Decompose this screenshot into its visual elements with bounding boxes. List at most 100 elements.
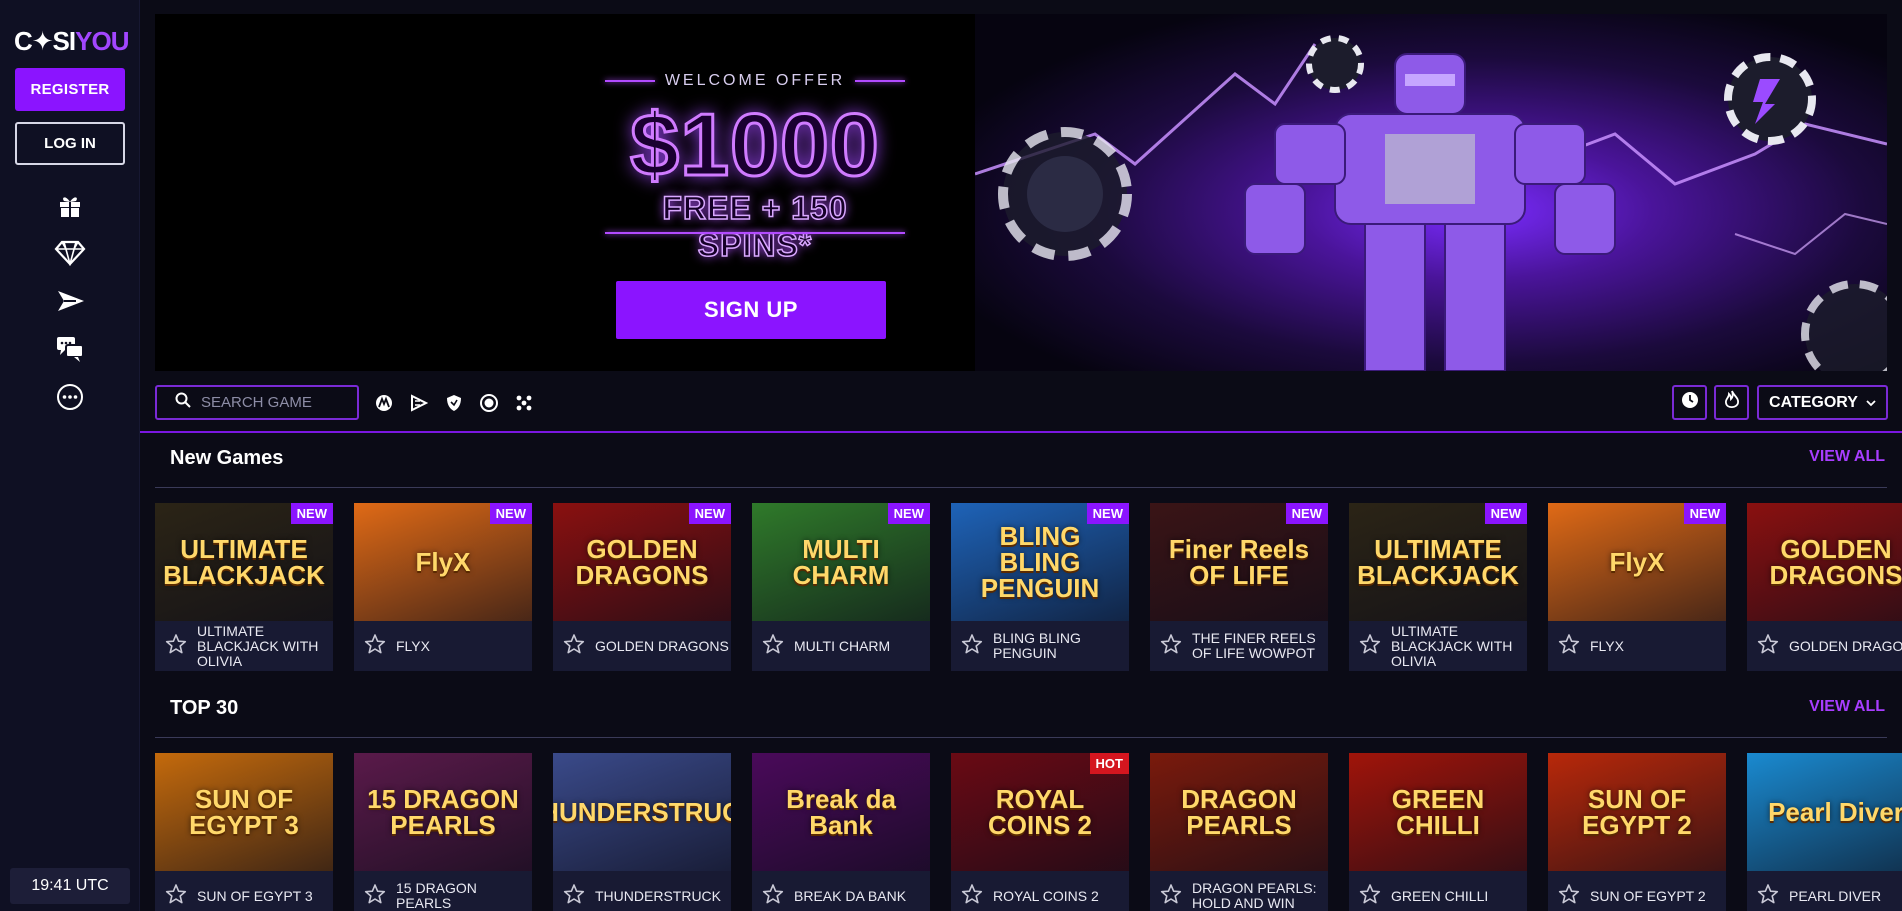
favorite-star-icon[interactable] [1359, 883, 1381, 910]
favorite-star-icon[interactable] [563, 883, 585, 910]
promo-banner[interactable]: WELCOME OFFER $1000 FREE + 150 SPINS* SI… [155, 14, 1887, 371]
provider-dots-icon[interactable] [514, 393, 534, 413]
game-card[interactable]: DRAGON PEARLS DRAGON PEARLS: HOLD AND WIN [1150, 753, 1328, 911]
game-thumbnail[interactable]: SUN OF EGYPT 3 [155, 753, 333, 871]
search-icon [175, 392, 191, 413]
game-badge: NEW [489, 503, 532, 524]
favorite-star-icon[interactable] [1558, 633, 1580, 660]
game-card-footer: BLING BLING PENGUIN [951, 621, 1129, 671]
login-button[interactable]: LOG IN [15, 122, 125, 165]
game-card[interactable]: ROYAL COINS 2 HOT ROYAL COINS 2 [951, 753, 1129, 911]
favorite-star-icon[interactable] [762, 633, 784, 660]
game-thumbnail[interactable]: Pearl Diver [1747, 753, 1902, 871]
game-card[interactable]: GREEN CHILLI GREEN CHILLI [1349, 753, 1527, 911]
game-thumbnail[interactable]: 15 DRAGON PEARLS [354, 753, 532, 871]
game-thumbnail[interactable]: ULTIMATE BLACKJACK NEW [155, 503, 333, 621]
game-card[interactable]: Break da Bank BREAK DA BANK [752, 753, 930, 911]
logo-text-right: YOU [75, 26, 129, 56]
game-card-footer: GOLDEN DRAGONS [553, 621, 731, 671]
game-card-footer: THE FINER REELS OF LIFE WOWPOT [1150, 621, 1328, 671]
game-card[interactable]: ULTIMATE BLACKJACK NEW ULTIMATE BLACKJACK … [1349, 503, 1527, 671]
favorite-star-icon[interactable] [1160, 883, 1182, 910]
game-thumbnail[interactable]: THUNDERSTRUCK [553, 753, 731, 871]
game-card[interactable]: BLING BLING PENGUIN NEW BLING BLING PENGUI… [951, 503, 1129, 671]
game-thumbnail[interactable]: Finer Reels OF LIFE NEW [1150, 503, 1328, 621]
more-icon[interactable] [52, 379, 88, 415]
search-box[interactable] [155, 385, 359, 420]
search-input[interactable] [201, 394, 351, 411]
game-name: SUN OF EGYPT 2 [1590, 887, 1706, 904]
game-thumbnail[interactable]: FlyX NEW [1548, 503, 1726, 621]
game-thumbnail[interactable]: MULTI CHARM NEW [752, 503, 930, 621]
game-thumbnail[interactable]: GREEN CHILLI [1349, 753, 1527, 871]
game-name: BREAK DA BANK [794, 887, 907, 904]
game-thumbnail[interactable]: ULTIMATE BLACKJACK NEW [1349, 503, 1527, 621]
provider-btg-icon[interactable] [479, 393, 499, 413]
game-card[interactable]: 15 DRAGON PEARLS 15 DRAGON PEARLS [354, 753, 532, 911]
game-thumbnail[interactable]: GOLDEN DRAGONS [1747, 503, 1902, 621]
game-card-footer: DRAGON PEARLS: HOLD AND WIN [1150, 871, 1328, 911]
game-thumbnail-title: Pearl Diver [1768, 797, 1902, 827]
favorite-star-icon[interactable] [961, 633, 983, 660]
diamond-icon[interactable] [52, 235, 88, 271]
game-thumbnail[interactable]: FlyX NEW [354, 503, 532, 621]
game-badge: NEW [1086, 503, 1129, 524]
gift-icon[interactable] [52, 187, 88, 223]
logo-text-left: C✦SI [14, 26, 76, 56]
game-card[interactable]: ULTIMATE BLACKJACK NEW ULTIMATE BLACKJACK … [155, 503, 333, 671]
game-thumbnail[interactable]: BLING BLING PENGUIN NEW [951, 503, 1129, 621]
game-thumbnail[interactable]: Break da Bank [752, 753, 930, 871]
game-card[interactable]: MULTI CHARM NEW MULTI CHARM [752, 503, 930, 671]
game-card-footer: THUNDERSTRUCK [553, 871, 731, 911]
provider-play-icon[interactable] [409, 393, 429, 413]
game-card[interactable]: Finer Reels OF LIFE NEW THE FINER REELS OF… [1150, 503, 1328, 671]
game-thumbnail[interactable]: ROYAL COINS 2 HOT [951, 753, 1129, 871]
provider-shield-icon[interactable] [444, 393, 464, 413]
sports-icon[interactable] [52, 283, 88, 319]
favorite-star-icon[interactable] [1757, 883, 1779, 910]
favorite-star-icon[interactable] [165, 633, 187, 660]
hot-games-button[interactable] [1714, 385, 1749, 420]
view-all-new-games-link[interactable]: VIEW ALL [1809, 448, 1885, 466]
game-thumbnail[interactable]: GOLDEN DRAGONS NEW [553, 503, 731, 621]
game-card[interactable]: FlyX NEW FLYX [1548, 503, 1726, 671]
welcome-offer-text: WELCOME OFFER [664, 72, 846, 89]
recent-games-button[interactable] [1672, 385, 1707, 420]
favorite-star-icon[interactable] [961, 883, 983, 910]
game-card[interactable]: Pearl Diver PEARL DIVER [1747, 753, 1902, 911]
offer-amount: $1000 [629, 94, 881, 196]
favorite-star-icon[interactable] [1160, 633, 1182, 660]
favorite-star-icon[interactable] [1757, 633, 1779, 660]
game-thumbnail[interactable]: SUN OF EGYPT 2 [1548, 753, 1726, 871]
game-card[interactable]: SUN OF EGYPT 2 SUN OF EGYPT 2 [1548, 753, 1726, 911]
favorite-star-icon[interactable] [563, 633, 585, 660]
favorite-star-icon[interactable] [762, 883, 784, 910]
game-name: GREEN CHILLI [1391, 887, 1489, 904]
section-title-top30: TOP 30 [170, 697, 239, 719]
divider-line [605, 80, 655, 82]
favorite-star-icon[interactable] [165, 883, 187, 910]
game-thumbnail-title: ROYAL COINS 2 [987, 784, 1093, 840]
favorite-star-icon[interactable] [1558, 883, 1580, 910]
game-card-footer: FLYX [354, 621, 532, 671]
favorite-star-icon[interactable] [364, 633, 386, 660]
provider-microgaming-icon[interactable] [374, 393, 394, 413]
favorite-star-icon[interactable] [1359, 633, 1381, 660]
category-dropdown[interactable]: CATEGORY [1757, 385, 1888, 420]
game-card[interactable]: GOLDEN DRAGONS GOLDEN DRAGONS [1747, 503, 1902, 671]
favorite-star-icon[interactable] [364, 883, 386, 910]
game-card[interactable]: SUN OF EGYPT 3 SUN OF EGYPT 3 [155, 753, 333, 911]
game-thumbnail[interactable]: DRAGON PEARLS [1150, 753, 1328, 871]
signup-button[interactable]: SIGN UP [616, 281, 886, 339]
game-card[interactable]: FlyX NEW FLYX [354, 503, 532, 671]
game-card[interactable]: THUNDERSTRUCK THUNDERSTRUCK [553, 753, 731, 911]
game-name: MULTI CHARM [794, 637, 891, 654]
register-button[interactable]: REGISTER [15, 68, 125, 111]
view-all-top30-link[interactable]: VIEW ALL [1809, 698, 1885, 716]
game-badge: NEW [1484, 503, 1527, 524]
logo[interactable]: C✦SIYOU [14, 26, 129, 57]
chat-icon[interactable] [52, 331, 88, 367]
game-thumbnail-title: FlyX [415, 547, 471, 577]
game-card[interactable]: GOLDEN DRAGONS NEW GOLDEN DRAGONS [553, 503, 731, 671]
game-name: FLYX [396, 637, 430, 654]
